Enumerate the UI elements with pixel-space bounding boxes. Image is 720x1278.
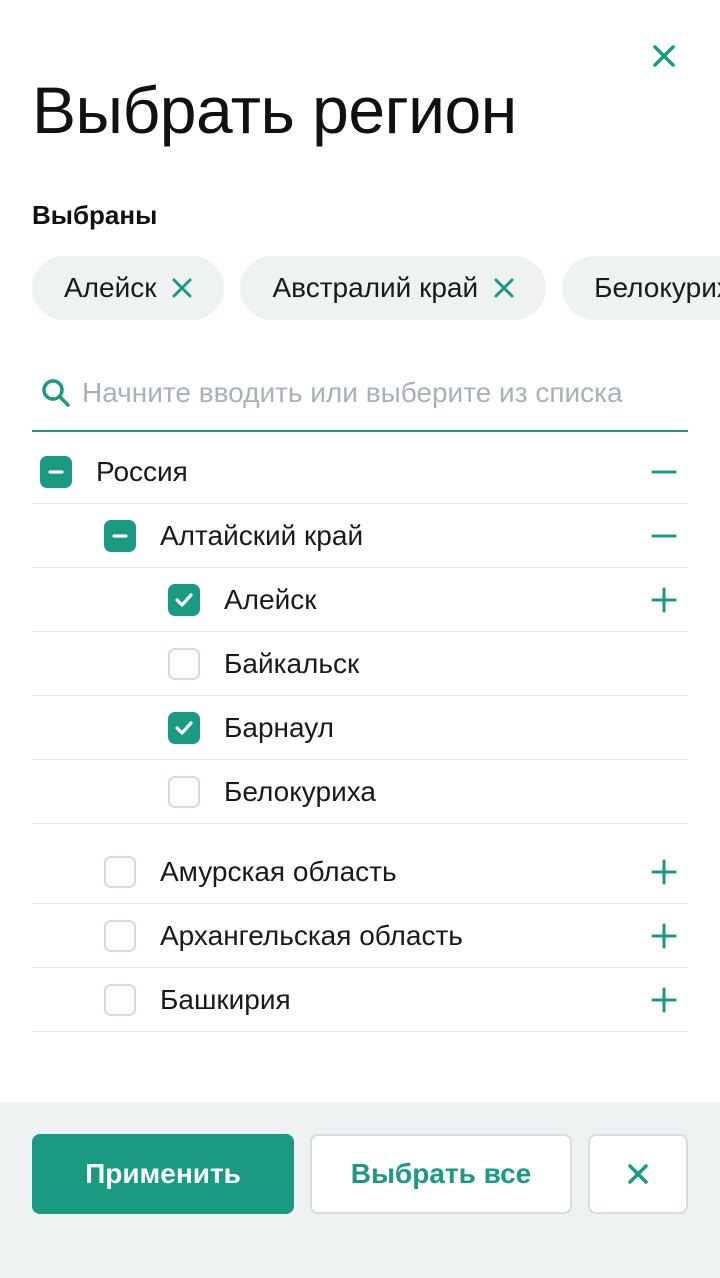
tree-row[interactable]: Алтайский край (32, 504, 688, 568)
close-modal-button[interactable] (648, 40, 680, 72)
checkbox-partial[interactable] (40, 455, 72, 488)
check-icon (175, 592, 193, 607)
page-title: Выбрать регион (32, 73, 517, 147)
tree-row-label: Россия (96, 455, 188, 487)
tree-row-label: Барнаул (224, 711, 334, 743)
minus-icon (651, 470, 677, 474)
tree-row-label: Амурская область (160, 855, 397, 887)
search-input[interactable] (82, 377, 672, 409)
expand-button[interactable] (650, 986, 678, 1014)
close-icon (628, 1164, 648, 1184)
checkbox[interactable] (104, 983, 136, 1016)
minus-icon (651, 534, 677, 538)
tree-row[interactable]: Россия (32, 440, 688, 504)
plus-icon (651, 859, 677, 885)
tree-row-label: Башкирия (160, 983, 291, 1015)
tree-row-label: Белокуриха (224, 775, 376, 807)
expand-button[interactable] (650, 858, 678, 886)
tree-row[interactable]: Архангельская область (32, 904, 688, 968)
chip-label: Белокуриха (594, 272, 720, 303)
checkbox[interactable] (168, 775, 200, 808)
region-tree: Россия Алтайский край Алейск Байкальск Барна… (32, 440, 688, 1032)
expand-button[interactable] (650, 586, 678, 614)
tree-row[interactable]: Алейск (32, 568, 688, 632)
checkbox[interactable] (104, 855, 136, 888)
plus-icon (651, 987, 677, 1013)
tree-row[interactable]: Амурская область (32, 840, 688, 904)
checkbox[interactable] (104, 919, 136, 952)
collapse-button[interactable] (650, 522, 678, 550)
minus-icon (112, 533, 128, 538)
selected-chip[interactable]: Алейск (32, 256, 225, 320)
close-icon (653, 45, 675, 67)
selected-chips: Алейск Австралий край Белокуриха (32, 256, 720, 320)
checkbox-partial[interactable] (104, 519, 136, 552)
selected-label: Выбраны (32, 200, 158, 230)
selected-chip[interactable]: Белокуриха (562, 256, 720, 320)
tree-row-label: Алтайский край (160, 519, 364, 551)
remove-chip-icon[interactable] (170, 276, 194, 300)
tree-row[interactable]: Башкирия (32, 968, 688, 1032)
chip-label: Алейск (64, 272, 157, 303)
checkbox-checked[interactable] (168, 583, 200, 616)
tree-row-label: Архангельская область (160, 919, 463, 951)
tree-row[interactable]: Барнаул (32, 696, 688, 760)
minus-icon (48, 469, 64, 474)
clear-button[interactable] (588, 1134, 688, 1214)
tree-row-label: Алейск (224, 583, 317, 615)
checkbox[interactable] (168, 647, 200, 680)
remove-chip-icon[interactable] (492, 276, 516, 300)
tree-row[interactable]: Белокуриха (32, 760, 688, 824)
selected-chip[interactable]: Австралий край (240, 256, 547, 320)
checkbox-checked[interactable] (168, 711, 200, 744)
collapse-button[interactable] (650, 458, 678, 486)
footer: Применить Выбрать все (0, 1102, 720, 1278)
select-all-button[interactable]: Выбрать все (310, 1134, 572, 1214)
expand-button[interactable] (650, 922, 678, 950)
check-icon (175, 720, 193, 735)
tree-row[interactable]: Байкальск (32, 632, 688, 696)
plus-icon (651, 923, 677, 949)
search-icon (40, 377, 72, 409)
chip-label: Австралий край (272, 272, 479, 303)
plus-icon (651, 587, 677, 613)
tree-row-label: Байкальск (224, 647, 360, 679)
apply-button[interactable]: Применить (32, 1134, 294, 1214)
search-field (32, 356, 688, 432)
